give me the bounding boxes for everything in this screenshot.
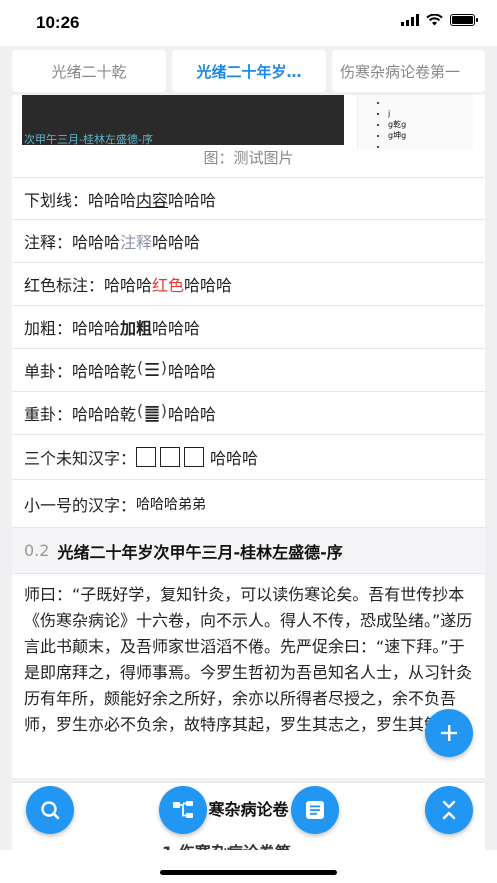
tree-icon — [173, 801, 193, 818]
row-red: 红色标注：哈哈哈 红色 哈哈哈 — [12, 262, 485, 305]
annotation-text[interactable]: 注释 — [120, 229, 152, 253]
signal-icon — [401, 14, 419, 26]
row-double-gua: 重卦：哈哈哈乾 ䷀ 哈哈哈 — [12, 391, 485, 434]
collapse-icon — [442, 800, 456, 820]
wifi-icon — [426, 14, 443, 26]
status-time: 10:26 — [36, 13, 80, 32]
collapse-button[interactable] — [425, 786, 473, 834]
row-small-text: 小一号的汉字： 哈哈哈弟弟 — [12, 479, 485, 527]
section-title: 光绪二十年岁次甲午三月-桂林左盛德-序 — [57, 542, 343, 562]
status-bar: 10:26 — [0, 0, 497, 46]
search-button[interactable] — [26, 786, 74, 834]
test-image: 次甲午三月-桂林左盛德-序 — [22, 95, 344, 145]
section-number: 0.2 — [24, 541, 50, 560]
side-image: j g乾g g坤g — [357, 95, 473, 149]
row-bold: 加粗：哈哈哈 加粗 哈哈哈 — [12, 305, 485, 348]
outline-tree-button[interactable] — [159, 786, 207, 834]
bold-text: 加粗 — [120, 319, 153, 338]
home-indicator[interactable] — [160, 870, 337, 875]
next-section-peek: 1 伤寒杂病论卷第一 — [162, 839, 307, 850]
reader-content[interactable]: 次甲午三月-桂林左盛德-序 j g乾g g坤g 图：测试图片 下划线：哈哈哈内容… — [12, 95, 485, 850]
unknown-char-box — [184, 447, 205, 467]
notes-button[interactable] — [291, 786, 339, 834]
bottom-bar — [0, 850, 497, 883]
section-heading[interactable]: 0.2 光绪二十年岁次甲午三月-桂林左盛德-序 — [12, 527, 485, 573]
trigram-icon[interactable]: ☰ — [137, 358, 167, 381]
image-caption: 图：测试图片 — [203, 149, 294, 167]
add-icon — [441, 725, 457, 741]
side-list-item: g坤g — [388, 130, 473, 141]
chapter-tabs: 光绪二十乾 光绪二十年岁… 伤寒杂病论卷第一 — [12, 50, 485, 92]
side-list-item: j — [388, 108, 473, 119]
row-note: 注释：哈哈哈 注释 哈哈哈 — [12, 219, 485, 262]
search-icon — [41, 801, 60, 820]
next-section-heading[interactable]: 寒杂病论卷 — [12, 782, 485, 832]
list-icon — [306, 801, 324, 819]
small-text: 哈哈哈弟弟 — [136, 496, 207, 513]
status-icons — [401, 14, 478, 26]
row-single-gua: 单卦：哈哈哈乾 ☰ 哈哈哈 — [12, 348, 485, 391]
red-marked-text: 红色 — [152, 276, 185, 295]
row-underline: 下划线：哈哈哈 内容 哈哈哈 — [12, 177, 485, 219]
battery-icon — [450, 14, 478, 26]
tab-2[interactable]: 伤寒杂病论卷第一 — [332, 50, 485, 92]
test-image-block: 次甲午三月-桂林左盛德-序 j g乾g g坤g 图：测试图片 — [12, 95, 485, 177]
body-paragraph: 师曰：“子既好学，复知针灸，可以读伤寒论矣。吾有世传抄本《伤寒杂病论》十六卷，向… — [12, 573, 485, 778]
underlined-text[interactable]: 内容 — [136, 187, 168, 211]
side-list-item — [388, 97, 473, 108]
row-unknown-chars: 三个未知汉字： 哈哈哈 — [12, 434, 485, 479]
hexagram-icon[interactable]: ䷀ — [137, 401, 167, 424]
unknown-char-box — [160, 447, 181, 467]
side-list-item: g乾g — [388, 119, 473, 130]
test-image-text: 次甲午三月-桂林左盛德-序 — [24, 133, 153, 145]
unknown-char-box — [136, 447, 157, 467]
tab-1-active[interactable]: 光绪二十年岁… — [172, 50, 326, 92]
tab-0[interactable]: 光绪二十乾 — [12, 50, 166, 92]
add-button[interactable] — [425, 709, 473, 757]
